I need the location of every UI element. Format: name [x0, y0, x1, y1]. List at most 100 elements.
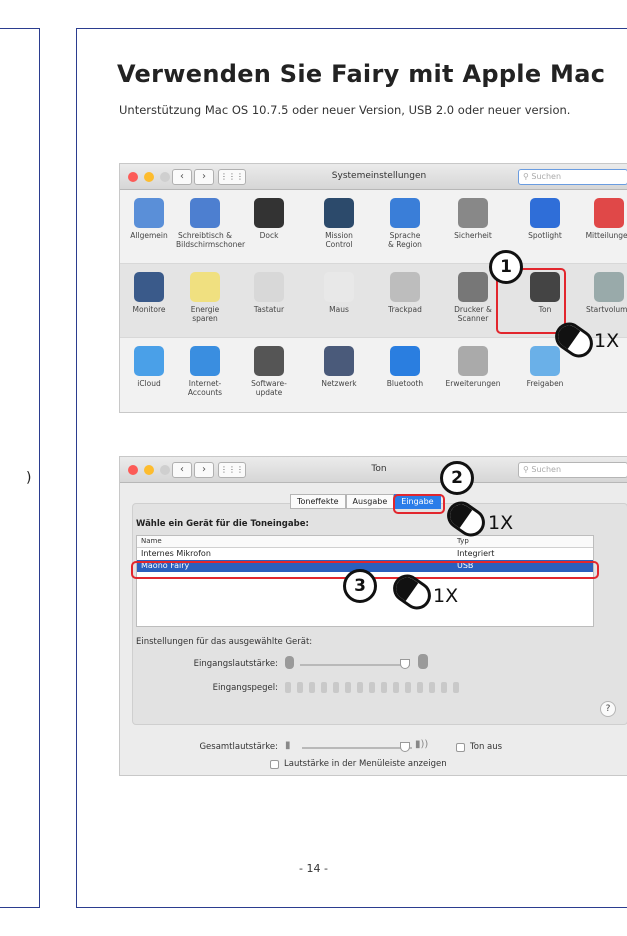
step-1-badge: 1 — [489, 250, 523, 284]
table-row[interactable]: Internes Mikrofon Integriert — [137, 548, 593, 560]
device-type: Integriert — [457, 549, 495, 558]
pref-pane-icloud[interactable]: iCloud — [120, 346, 178, 388]
extensions-icon — [458, 346, 488, 376]
pref-pane-label: Sicherheit — [454, 231, 492, 240]
speaker-low-icon: ▮ — [285, 740, 291, 751]
input-volume-slider[interactable] — [300, 664, 410, 666]
mute-checkbox[interactable] — [456, 743, 465, 752]
pref-pane-label: iCloud — [137, 379, 161, 388]
input-volume-knob[interactable] — [400, 659, 410, 669]
pref-pane-software-update[interactable]: Software-update — [240, 346, 298, 397]
pref-pane-mission-control[interactable]: Mission Control — [310, 198, 368, 249]
energy-saver-icon — [190, 272, 220, 302]
pref-pane-label: Allgemein — [130, 231, 168, 240]
pref-pane-allgemein[interactable]: Allgemein — [120, 198, 178, 240]
pref-pane-netzwerk[interactable]: Netzwerk — [310, 346, 368, 388]
pref-pane-label: Netzwerk — [321, 379, 357, 388]
pref-pane-label: Monitore — [132, 305, 166, 314]
mouse-pref-icon — [324, 272, 354, 302]
pref-pane-freigaben[interactable]: Freigaben — [516, 346, 574, 388]
device-list-title: Wähle ein Gerät für die Toneingabe: — [136, 519, 309, 529]
pref-pane-label: Freigaben — [526, 379, 564, 388]
pref-pane-label: Spotlight — [528, 231, 562, 240]
prefs-row-personal: Allgemein Schreibtisch & Bildschirmschoner… — [120, 190, 627, 264]
pref-pane-spotlight[interactable]: Spotlight — [516, 198, 574, 240]
speaker-high-icon: ▮)) — [415, 739, 429, 750]
help-button[interactable]: ? — [600, 701, 616, 717]
search-input[interactable]: ⚲ Suchen — [518, 169, 627, 185]
spotlight-icon — [530, 198, 560, 228]
pref-pane-label: Erweiterungen — [445, 379, 501, 388]
pref-pane-label: Dock — [259, 231, 279, 240]
desktop-screensaver-icon — [190, 198, 220, 228]
page-subtitle: Unterstützung Mac OS 10.7.5 oder neuer V… — [119, 103, 571, 117]
sharing-icon — [530, 346, 560, 376]
pref-pane-label: Mitteilungen — [585, 231, 627, 240]
input-level-label: Eingangspegel: — [212, 683, 278, 693]
pref-pane-label: Trackpad — [388, 305, 422, 314]
click-count: 1X — [488, 512, 514, 534]
pref-pane-internet-accounts[interactable]: Internet- Accounts — [176, 346, 234, 397]
input-volume-label: Eingangslautstärke: — [193, 659, 278, 669]
software-update-icon — [254, 346, 284, 376]
mic-low-icon — [285, 656, 294, 669]
search-placeholder: Suchen — [531, 465, 562, 474]
highlight-eingabe-tab — [393, 494, 445, 514]
pref-pane-label: Bluetooth — [386, 379, 424, 388]
pref-pane-label: Drucker & Scanner — [454, 305, 492, 323]
menubar-checkbox[interactable] — [270, 760, 279, 769]
column-name[interactable]: Name — [141, 537, 162, 545]
column-type[interactable]: Typ — [457, 537, 469, 545]
table-header: Name Typ — [137, 536, 593, 548]
output-volume-knob[interactable] — [400, 742, 410, 752]
output-volume-label: Gesamtlautstärke: — [199, 742, 278, 752]
dock-icon — [254, 198, 284, 228]
pref-pane-maus[interactable]: Maus — [310, 272, 368, 314]
pref-pane-label: Maus — [329, 305, 349, 314]
pref-pane-bluetooth[interactable]: Bluetooth — [376, 346, 434, 388]
trackpad-icon — [390, 272, 420, 302]
language-region-icon — [390, 198, 420, 228]
pref-pane-tastatur[interactable]: Tastatur — [240, 272, 298, 314]
pref-pane-trackpad[interactable]: Trackpad — [376, 272, 434, 314]
click-count: 1X — [594, 330, 620, 352]
pref-pane-label: Startvolume — [585, 305, 627, 314]
pref-pane-startvolume[interactable]: Startvolume — [580, 272, 627, 314]
security-icon — [458, 198, 488, 228]
search-icon: ⚲ — [523, 172, 529, 181]
pref-pane-label: Tastatur — [253, 305, 285, 314]
pref-pane-label: Sprache & Region — [388, 231, 422, 249]
window-titlebar: ‹ › ⋮⋮⋮ Ton ⚲ Suchen — [120, 457, 627, 483]
keyboard-icon — [254, 272, 284, 302]
pref-pane-mitteilungen[interactable]: Mitteilungen — [580, 198, 627, 240]
network-icon — [324, 346, 354, 376]
output-volume-slider[interactable] — [302, 747, 412, 749]
mute-label: Ton aus — [470, 742, 503, 752]
tab-toneffekte[interactable]: Toneffekte — [290, 494, 346, 509]
pref-pane-label: Energie sparen — [190, 305, 220, 323]
printer-scanner-icon — [458, 272, 488, 302]
input-level-meter — [285, 682, 459, 693]
pref-pane-drucker-scanner[interactable]: Drucker & Scanner — [444, 272, 502, 323]
previous-page-frame — [0, 28, 40, 908]
pref-pane-energie-sparen[interactable]: Energie sparen — [176, 272, 234, 323]
previous-page-text: ) — [26, 470, 32, 486]
pref-pane-dock[interactable]: Dock — [240, 198, 298, 240]
pref-pane-sicherheit[interactable]: Sicherheit — [444, 198, 502, 240]
pref-pane-sprache-region[interactable]: Sprache & Region — [376, 198, 434, 249]
tab-ausgabe[interactable]: Ausgabe — [345, 494, 395, 509]
displays-icon — [134, 272, 164, 302]
pref-pane-monitore[interactable]: Monitore — [120, 272, 178, 314]
pref-pane-label: Schreibtisch & Bildschirmschoner — [176, 231, 246, 249]
mic-high-icon — [418, 654, 428, 669]
search-icon: ⚲ — [523, 465, 529, 474]
pref-pane-erweiterungen[interactable]: Erweiterungen — [444, 346, 502, 388]
menubar-label: Lautstärke in der Menüleiste anzeigen — [284, 759, 447, 769]
search-placeholder: Suchen — [531, 172, 562, 181]
prefs-row-internet: iCloud Internet- Accounts Software-update Ne… — [120, 338, 627, 412]
sound-preferences-window: ‹ › ⋮⋮⋮ Ton ⚲ Suchen Toneffekte Ausgabe … — [119, 456, 627, 776]
device-name: Internes Mikrofon — [141, 549, 211, 558]
step-2-badge: 2 — [440, 461, 474, 495]
search-input[interactable]: ⚲ Suchen — [518, 462, 627, 478]
pref-pane-schreibtisch-bildschirmschoner[interactable]: Schreibtisch & Bildschirmschoner — [176, 198, 246, 249]
